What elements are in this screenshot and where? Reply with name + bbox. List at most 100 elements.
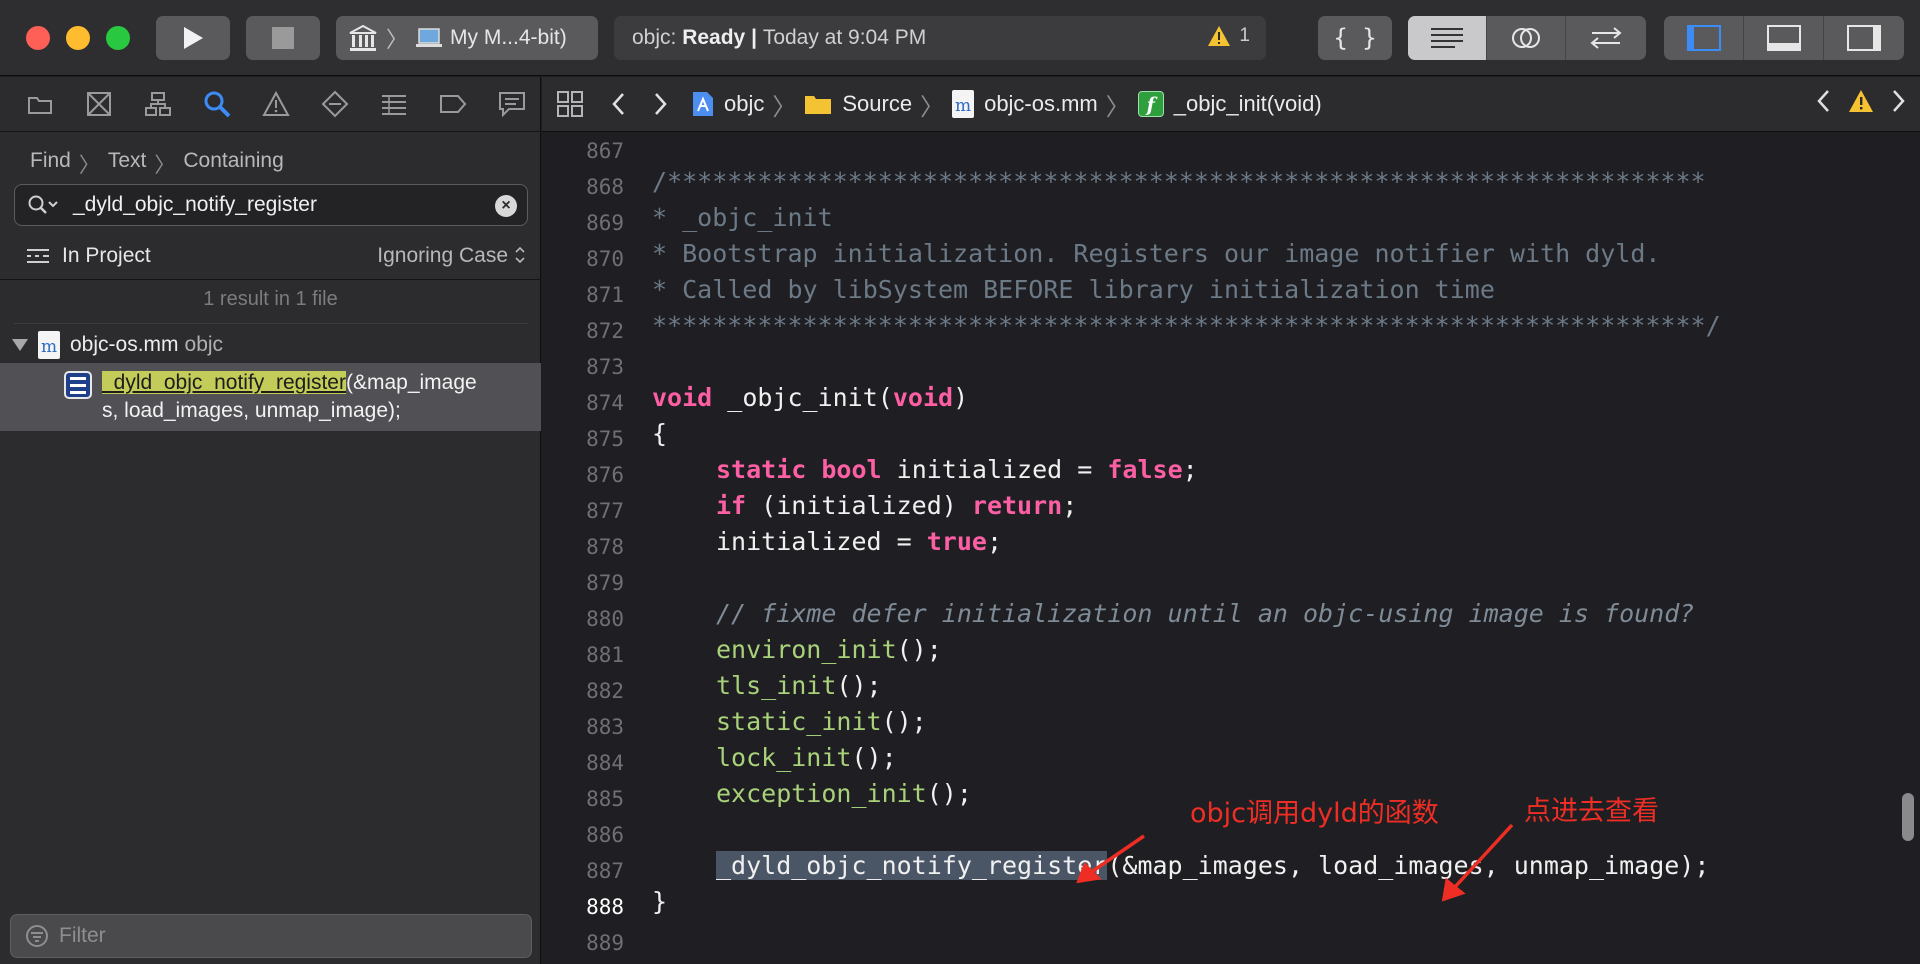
- previous-issue-icon[interactable]: [1816, 89, 1830, 113]
- grid-icon: [557, 91, 583, 117]
- up-down-chevron-icon: [515, 246, 525, 264]
- match-rest-1: (&map_image: [345, 371, 477, 394]
- tab-find-navigator[interactable]: [187, 77, 246, 132]
- navigator-tab-bar: [0, 77, 541, 132]
- tab-test-navigator[interactable]: [305, 77, 364, 132]
- clear-search-icon[interactable]: ×: [495, 195, 517, 217]
- jump-symbol[interactable]: f _objc_init(void): [1137, 91, 1322, 117]
- library-button[interactable]: { }: [1318, 16, 1392, 60]
- hierarchy-icon: [144, 92, 171, 116]
- scheme-selector[interactable]: 〉 My M...4-bit): [336, 16, 598, 60]
- toggle-debug-area-button[interactable]: [1744, 16, 1824, 60]
- result-file-row[interactable]: m objc-os.mm objc: [12, 329, 532, 361]
- stop-button[interactable]: [246, 16, 320, 60]
- scope-divider: [0, 279, 541, 280]
- warning-count: 1: [1239, 25, 1250, 46]
- activity-viewer: objc: Ready | Today at 9:04 PM 1: [614, 16, 1266, 60]
- panel-toggle-control: [1664, 16, 1904, 60]
- tab-issue-navigator[interactable]: [246, 77, 305, 132]
- result-file-name: objc-os.mm: [70, 333, 179, 356]
- tab-debug-navigator[interactable]: [364, 77, 423, 132]
- jump-folder[interactable]: Source: [804, 91, 912, 117]
- tab-symbol-navigator[interactable]: [128, 77, 187, 132]
- jump-folder-label: Source: [842, 91, 913, 116]
- search-options-icon: [28, 195, 58, 214]
- warning-indicator[interactable]: 1: [1207, 25, 1250, 47]
- disclosure-triangle-icon[interactable]: [12, 339, 28, 351]
- crumb-text[interactable]: Text: [108, 149, 147, 179]
- find-mode-breadcrumb: Find 〉 Text 〉 Containing: [30, 149, 284, 179]
- find-scope-row: In Project Ignoring Case: [26, 241, 526, 271]
- result-match-row[interactable]: _dyld_objc_notify_register(&map_image s, …: [0, 363, 541, 431]
- chevron-left-icon: [612, 93, 624, 115]
- scope-in-project[interactable]: In Project: [62, 244, 151, 268]
- find-search-field[interactable]: _dyld_objc_notify_register ×: [14, 184, 528, 226]
- issue-stepper: [1816, 89, 1906, 113]
- activity-divider: |: [751, 26, 757, 49]
- crumb-chevron-icon: 〉: [78, 154, 100, 177]
- tab-source-control[interactable]: [69, 77, 128, 132]
- results-divider: [14, 323, 528, 324]
- toggle-navigator-button[interactable]: [1664, 16, 1744, 60]
- jump-file-label: objc-os.mm: [984, 91, 1098, 116]
- case-option-label: Ignoring Case: [377, 244, 508, 267]
- version-editor-button[interactable]: [1566, 16, 1645, 60]
- minimize-window-button[interactable]: [66, 26, 90, 50]
- jump-project[interactable]: objc: [692, 91, 764, 117]
- forward-button[interactable]: [638, 92, 684, 116]
- folder-icon: [27, 97, 52, 114]
- result-file-group: objc: [184, 333, 224, 356]
- tab-breakpoint-navigator[interactable]: [423, 77, 482, 132]
- assistant-editor-button[interactable]: [1487, 16, 1566, 60]
- toggle-inspector-button[interactable]: [1824, 16, 1904, 60]
- jump-chevron-icon: 〉: [920, 93, 945, 121]
- scheme-target-label: My M...4-bit): [450, 26, 567, 49]
- xcode-project-icon: [693, 92, 713, 116]
- speech-bubble-icon: [498, 92, 525, 117]
- jump-file[interactable]: m objc-os.mm: [952, 90, 1098, 118]
- stop-icon: [272, 27, 294, 49]
- chevron-right-icon: [655, 93, 667, 115]
- bottom-panel-icon: [1766, 25, 1801, 51]
- source-control-icon: [86, 92, 111, 116]
- next-issue-icon[interactable]: [1892, 89, 1906, 113]
- left-panel-icon: [1686, 25, 1721, 51]
- activity-project: objc:: [632, 26, 677, 49]
- zoom-window-button[interactable]: [106, 26, 130, 50]
- navigator-filter-field[interactable]: Filter: [10, 914, 532, 958]
- mac-laptop-icon: [416, 28, 443, 47]
- list-icon: [381, 95, 406, 115]
- back-button[interactable]: [598, 92, 638, 116]
- close-window-button[interactable]: [26, 26, 50, 50]
- standard-editor-button[interactable]: [1408, 16, 1487, 60]
- crumb-containing[interactable]: Containing: [183, 149, 283, 179]
- scheme-separator-icon: 〉: [386, 27, 409, 52]
- run-button[interactable]: [156, 16, 230, 60]
- tab-report-navigator[interactable]: [482, 77, 541, 132]
- breakpoint-tag-icon: [439, 95, 466, 113]
- tab-project-navigator[interactable]: [10, 77, 69, 132]
- annotation-arrows: [1076, 823, 1514, 902]
- editor-scrollbar-thumb[interactable]: [1902, 793, 1914, 841]
- filter-icon: [26, 925, 48, 947]
- text-match-icon: [64, 371, 92, 399]
- swap-arrows-icon: [1589, 27, 1622, 49]
- filter-placeholder: Filter: [59, 924, 106, 947]
- editor-jump-bar: objc 〉 Source 〉 m objc-os.mm 〉 f _objc_i…: [542, 77, 1920, 132]
- related-items-button[interactable]: [542, 91, 598, 117]
- match-highlight: _dyld_objc_notify_register: [102, 371, 346, 394]
- jump-chevron-icon: 〉: [772, 93, 797, 121]
- find-query-text: _dyld_objc_notify_register: [73, 193, 317, 216]
- text-lines-icon: [1431, 28, 1463, 48]
- braces-icon: { }: [1333, 24, 1377, 52]
- search-icon: [204, 91, 230, 118]
- yellow-folder-icon: [805, 96, 832, 114]
- warning-icon[interactable]: [1848, 89, 1874, 113]
- match-rest-2: s, load_images, unmap_image);: [102, 399, 401, 422]
- objc-source-file-icon: m: [38, 331, 60, 359]
- window-toolbar: 〉 My M...4-bit) objc: Ready | Today at 9…: [0, 0, 1920, 76]
- source-editor[interactable]: 867 868 869 870 871 872 873 874 875 876 …: [542, 133, 1920, 964]
- case-sensitivity-popup[interactable]: Ignoring Case: [377, 244, 526, 268]
- crumb-find[interactable]: Find: [30, 149, 71, 179]
- jump-chevron-icon: 〉: [1105, 93, 1130, 121]
